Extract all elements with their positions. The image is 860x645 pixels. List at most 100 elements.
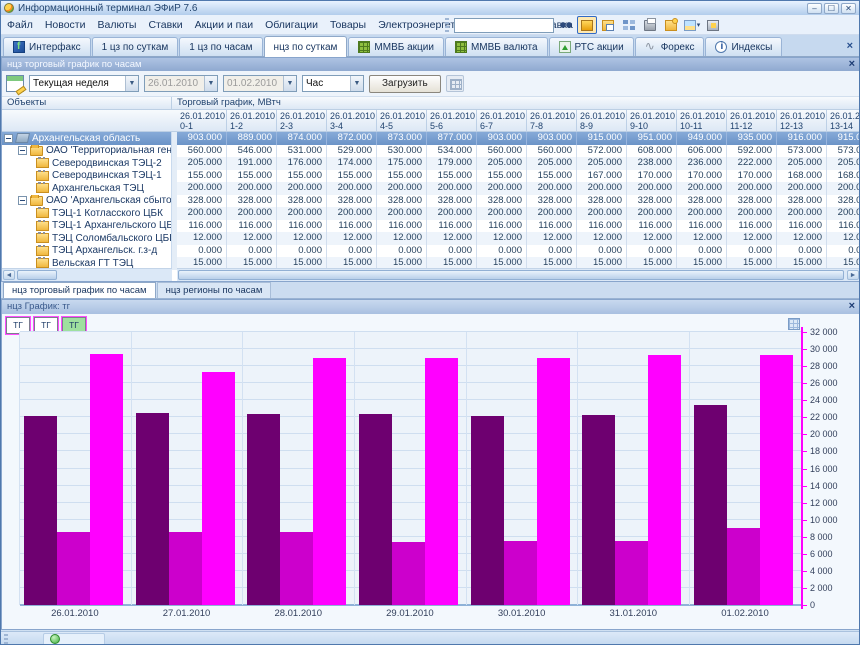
value-cell[interactable]: 572.000: [577, 144, 627, 157]
objects-column-header[interactable]: Объекты: [2, 97, 172, 110]
value-cell[interactable]: 200.000: [177, 182, 227, 195]
column-header[interactable]: 26.01.2010 1-2: [227, 110, 277, 132]
menu-item[interactable]: Товары: [324, 17, 372, 33]
value-cell[interactable]: 200.000: [677, 207, 727, 220]
value-cell[interactable]: 328.000: [427, 194, 477, 207]
value-cell[interactable]: 174.000: [327, 157, 377, 170]
value-cell[interactable]: 170.000: [627, 169, 677, 182]
value-cell[interactable]: 0.000: [777, 244, 827, 257]
value-cell[interactable]: 200.000: [427, 182, 477, 195]
tree-row[interactable]: ТЭЦ Архангельск. г.з-д: [2, 244, 171, 258]
value-cell[interactable]: 606.000: [677, 144, 727, 157]
table-row[interactable]: 200.000 200.000 200.000 200.000 200.000 200.0…: [177, 207, 859, 220]
value-cell[interactable]: 531.000: [277, 144, 327, 157]
value-cell[interactable]: 200.000: [727, 182, 777, 195]
value-cell[interactable]: 0.000: [277, 244, 327, 257]
value-cell[interactable]: 0.000: [177, 244, 227, 257]
value-cell[interactable]: 0.000: [327, 244, 377, 257]
column-header[interactable]: 26.01.2010 11-12: [727, 110, 777, 132]
value-cell[interactable]: 200.000: [377, 207, 427, 220]
value-cell[interactable]: 328.000: [477, 194, 527, 207]
load-button[interactable]: Загрузить: [369, 74, 441, 93]
subtab-active[interactable]: нцз торговый график по часам: [3, 282, 156, 298]
value-cell[interactable]: 0.000: [227, 244, 277, 257]
value-cell[interactable]: 179.000: [427, 157, 477, 170]
value-cell[interactable]: 116.000: [577, 219, 627, 232]
column-header[interactable]: 26.01.2010 6-7: [477, 110, 527, 132]
chart-options-icon[interactable]: [788, 318, 800, 330]
tree-row[interactable]: Северодвинская ТЭЦ-1: [2, 169, 171, 183]
value-cell[interactable]: 236.000: [677, 157, 727, 170]
table-row[interactable]: 903.000 889.000 874.000 872.000 873.000 877.0…: [177, 132, 859, 145]
value-cell[interactable]: 205.000: [577, 157, 627, 170]
value-cell[interactable]: 328.000: [227, 194, 277, 207]
value-cell[interactable]: 200.000: [527, 182, 577, 195]
chevron-down-icon[interactable]: ▼: [283, 76, 296, 91]
value-cell[interactable]: 916.000: [777, 132, 827, 145]
column-header[interactable]: 26.01.2010 10-11: [677, 110, 727, 132]
value-cell[interactable]: 155.000: [227, 169, 277, 182]
value-cell[interactable]: 12.000: [477, 232, 527, 245]
value-cell[interactable]: 573.000: [777, 144, 827, 157]
value-cell[interactable]: 328.000: [277, 194, 327, 207]
value-cell[interactable]: 116.000: [627, 219, 677, 232]
menu-item[interactable]: Валюты: [91, 17, 142, 33]
table-row[interactable]: 116.000 116.000 116.000 116.000 116.000 116.0…: [177, 219, 859, 232]
scrollbar-thumb[interactable]: [17, 270, 57, 280]
close-button[interactable]: ✕: [841, 2, 856, 14]
value-cell[interactable]: 200.000: [227, 182, 277, 195]
value-cell[interactable]: 546.000: [227, 144, 277, 157]
value-cell[interactable]: 592.000: [727, 144, 777, 157]
value-cell[interactable]: 328.000: [577, 194, 627, 207]
value-cell[interactable]: 889.000: [227, 132, 277, 145]
value-cell[interactable]: 0.000: [627, 244, 677, 257]
value-cell[interactable]: 170.000: [727, 169, 777, 182]
value-cell[interactable]: 155.000: [377, 169, 427, 182]
tree-row[interactable]: ТЭЦ-1 Котласского ЦБК: [2, 207, 171, 220]
column-header[interactable]: 26.01.2010 9-10: [627, 110, 677, 132]
value-cell[interactable]: 0.000: [477, 244, 527, 257]
value-cell[interactable]: 0.000: [727, 244, 777, 257]
tab-item[interactable]: 1 цз по суткам: [91, 37, 179, 56]
value-cell[interactable]: 200.000: [577, 182, 627, 195]
value-cell[interactable]: 12.000: [727, 232, 777, 245]
value-cell[interactable]: 12.000: [777, 232, 827, 245]
grid-horizontal-scrollbar[interactable]: ►: [177, 268, 859, 281]
value-cell[interactable]: 238.000: [627, 157, 677, 170]
column-header[interactable]: 26.01.2010 7-8: [527, 110, 577, 132]
column-header[interactable]: 26.01.2010 4-5: [377, 110, 427, 132]
value-cell[interactable]: 200.000: [627, 182, 677, 195]
tree-row[interactable]: Архангельская область: [2, 132, 171, 145]
menu-item[interactable]: Облигации: [259, 17, 324, 33]
new-window-icon[interactable]: [598, 16, 618, 34]
date-from-combo[interactable]: 26.01.2010 ▼: [144, 75, 218, 92]
table-row[interactable]: 205.000 191.000 176.000 174.000 175.000 179.0…: [177, 157, 859, 170]
value-cell[interactable]: 168.000: [777, 169, 827, 182]
value-cell[interactable]: 560.000: [527, 144, 577, 157]
tree-row[interactable]: ОАО 'Территориальная генерирующ...: [2, 144, 171, 158]
find-binoculars-icon[interactable]: [556, 16, 576, 34]
tab-item[interactable]: 1 цз по часам: [179, 37, 263, 56]
value-cell[interactable]: 155.000: [427, 169, 477, 182]
value-cell[interactable]: 200.000: [227, 207, 277, 220]
search-input[interactable]: [454, 17, 554, 33]
chevron-down-icon[interactable]: ▼: [350, 76, 363, 91]
column-header[interactable]: 26.01.201013-14: [827, 110, 859, 132]
tree-row[interactable]: ТЭЦ Соломбальского ЦБК: [2, 232, 171, 245]
column-header[interactable]: 26.01.2010 8-9: [577, 110, 627, 132]
scroll-right-icon[interactable]: ►: [847, 270, 859, 280]
chart-panel-close-icon[interactable]: ×: [849, 300, 855, 313]
value-cell[interactable]: 200.000: [327, 207, 377, 220]
column-header[interactable]: 26.01.2010 12-13: [777, 110, 827, 132]
value-cell[interactable]: 0.000: [377, 244, 427, 257]
chevron-down-icon[interactable]: ▼: [125, 76, 138, 91]
value-cell[interactable]: 205.000: [827, 157, 859, 170]
value-cell[interactable]: 170.000: [677, 169, 727, 182]
value-cell[interactable]: 0.000: [577, 244, 627, 257]
value-cell[interactable]: 222.000: [727, 157, 777, 170]
value-cell[interactable]: 175.000: [377, 157, 427, 170]
tree-row[interactable]: ТЭЦ-1 Архангельского ЦБК: [2, 219, 171, 233]
tree-row[interactable]: Северодвинская ТЭЦ-2: [2, 157, 171, 170]
value-cell[interactable]: 328.000: [627, 194, 677, 207]
value-cell[interactable]: 935.000: [727, 132, 777, 145]
